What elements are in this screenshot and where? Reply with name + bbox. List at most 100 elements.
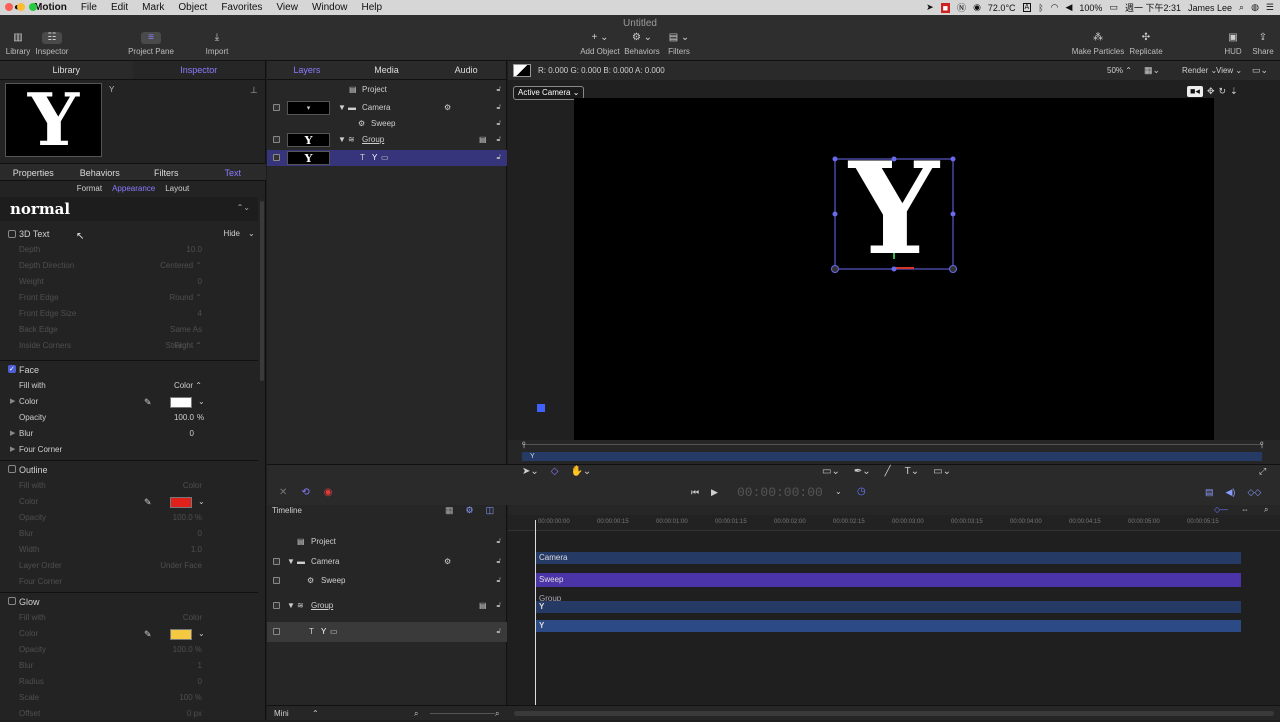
search-icon[interactable]: ⌕ [1239, 2, 1244, 13]
disclosure-triangle-icon[interactable]: ▼ [287, 598, 295, 614]
dolly-camera-icon[interactable]: ⇣ [1230, 86, 1238, 97]
resize-handle[interactable] [832, 156, 838, 162]
volume-icon[interactable]: ◀ [1065, 2, 1072, 13]
scrollbar[interactable] [260, 201, 264, 381]
playhead-icon[interactable]: ⫯ [522, 440, 526, 451]
left.text3d_rows-param-value[interactable]: Centered ⌃ [150, 258, 202, 274]
row-enable-checkbox[interactable] [273, 577, 280, 584]
library-button[interactable]: ▥ Library [5, 32, 31, 56]
anchor-point[interactable] [888, 202, 900, 214]
temperature-readout[interactable]: 72.0°C [988, 3, 1016, 13]
mute-icon[interactable]: ✕ [279, 487, 287, 498]
mini-timeline-bar[interactable]: Y [522, 452, 1262, 461]
tab-format[interactable]: Format [77, 182, 102, 196]
disclosure-triangle-icon[interactable]: ▶ [10, 442, 15, 458]
menu-edit[interactable]: Edit [111, 2, 128, 13]
layer-row-group[interactable]: Y ▼ ≋ Group ▤ 🔓︎ [267, 132, 507, 148]
zoom-out-icon[interactable]: ⌕ [414, 706, 418, 721]
lock-icon[interactable]: 🔓︎ [496, 100, 501, 116]
text3d-checkbox[interactable] [8, 230, 16, 238]
mask-tool-icon[interactable]: ▭⌄ [933, 466, 951, 477]
filters-button[interactable]: ▤ ⌄ Filters [664, 32, 694, 56]
camera-view-icon[interactable]: ■◂ [1187, 86, 1203, 97]
wifi-icon[interactable]: ◠ [1051, 2, 1059, 13]
eyedropper-icon[interactable]: ✎ [144, 494, 152, 510]
playhead-line[interactable] [535, 520, 536, 705]
resize-handle[interactable] [831, 265, 839, 273]
orbit-camera-icon[interactable]: ↻ [1219, 86, 1227, 97]
left.glow.rows-param-value[interactable]: 100.0 % [150, 642, 202, 658]
timeline-zoom-slider[interactable] [430, 713, 495, 714]
left.text3d_rows-param-value[interactable]: 0 [150, 274, 202, 290]
lock-icon[interactable]: 🔓︎ [496, 554, 501, 570]
row-enable-checkbox[interactable] [273, 628, 280, 635]
eyedropper-icon[interactable]: ✎ [144, 394, 152, 410]
timeline-row-project[interactable]: ▤ Project 🔓︎ [267, 534, 507, 550]
inspector-button[interactable]: ☷ Inspector [35, 32, 69, 56]
menu-view[interactable]: View [276, 2, 298, 13]
timeline-row-sweep[interactable]: ⚙ Sweep 🔓︎ [267, 573, 507, 589]
siri-icon[interactable]: ◍ [1251, 2, 1259, 13]
layer-enable-checkbox[interactable] [273, 154, 280, 161]
glow-checkbox[interactable] [8, 597, 16, 605]
zoom-in-icon[interactable]: ⌕ [495, 706, 499, 721]
timing-icon[interactable]: ◷ [857, 486, 866, 497]
left.outline.rows-param-value[interactable]: Under Face [150, 558, 202, 574]
show-behaviors-icon[interactable]: ⚙ [466, 505, 474, 516]
marker-icon[interactable]: ◇— [1214, 505, 1228, 514]
add-object-button[interactable]: + ⌄ Add Object [578, 32, 622, 56]
layer-row-project[interactable]: ▤ Project 🔓︎ [267, 82, 507, 98]
tab-inspector[interactable]: Inspector [132, 61, 265, 79]
lock-icon[interactable]: 🔓︎ [496, 150, 501, 166]
tab-layers[interactable]: Layers [267, 61, 347, 79]
record-icon[interactable]: ◉ [324, 487, 333, 498]
timecode-display[interactable]: 00:00:00:00 [737, 485, 823, 500]
disclosure-triangle-icon[interactable]: ▶ [10, 426, 15, 442]
timeline-row-y[interactable]: T Y ▭ 🔓︎ [267, 622, 507, 642]
left.glow.rows-param-value[interactable]: 0 [150, 674, 202, 690]
outline-checkbox[interactable] [8, 465, 16, 473]
shape-tool-icon[interactable]: ◇ [551, 466, 559, 477]
show-masks-icon[interactable]: ▦ [445, 505, 454, 516]
tab-media[interactable]: Media [347, 61, 427, 79]
layer-row-y[interactable]: Y T Y ▭ 🔓︎ [267, 150, 507, 166]
pan-tool-icon[interactable]: ✋⌄ [570, 466, 591, 477]
project-pane-button[interactable]: ≡ Project Pane [126, 32, 176, 56]
track-bar-y[interactable]: Y [536, 601, 1241, 613]
layer-row-sweep[interactable]: ⚙ Sweep 🔓︎ [267, 116, 507, 132]
chevron-down-icon[interactable]: ⌄ [198, 494, 205, 510]
mini-menu[interactable]: Mini [274, 706, 289, 721]
text-tool-icon[interactable]: T⌄ [905, 466, 920, 477]
lock-icon[interactable]: 🔓︎ [496, 82, 501, 98]
disclosure-triangle-icon[interactable]: ▶ [10, 394, 15, 410]
location-icon[interactable]: ➤ [926, 2, 934, 13]
bluetooth-icon[interactable]: ᛒ [1038, 3, 1043, 13]
face-fill-value[interactable]: Color ⌃ [150, 378, 202, 394]
render-menu[interactable]: Render ⌄ [1182, 66, 1217, 75]
menu-help[interactable]: Help [362, 2, 383, 13]
left.text3d_rows-param-value[interactable]: 10.0 [150, 242, 202, 258]
color-channels-icon[interactable]: ▦⌄ [1144, 65, 1160, 76]
eyedropper-icon[interactable]: ✎ [144, 626, 152, 642]
import-button[interactable]: ⤓ Import [202, 32, 232, 56]
left.text3d_rows-param-value[interactable]: Straight ⌃ [150, 338, 203, 354]
control-center-icon[interactable]: ☰ [1266, 2, 1274, 13]
outline-color-swatch[interactable] [170, 497, 192, 508]
snap-icon[interactable]: ⇔ [1241, 505, 1249, 514]
left.text3d_rows-param-value[interactable]: 4 [150, 306, 202, 322]
menu-mark[interactable]: Mark [142, 2, 164, 13]
disclosure-triangle-icon[interactable]: ▼ [338, 100, 346, 116]
close-window-button[interactable] [5, 3, 13, 11]
menu-file[interactable]: File [81, 2, 97, 13]
left.text3d_rows-param-value[interactable]: Round ⌃ [150, 290, 203, 306]
layer-row-camera[interactable]: ▾ ▼ ▬ Camera ⚙ 🔓︎ [267, 100, 507, 116]
loop-icon[interactable]: ⟲ [301, 487, 309, 498]
face-opacity-value[interactable]: 100.0 [150, 410, 194, 426]
tab-layout[interactable]: Layout [165, 182, 189, 196]
gear-icon[interactable]: ⚙ [444, 100, 451, 116]
left.outline.rows-param-value[interactable]: Color [150, 478, 202, 494]
lock-icon[interactable]: 🔓︎ [496, 598, 501, 614]
resize-handle[interactable] [949, 265, 957, 273]
face-color-swatch[interactable] [170, 397, 192, 408]
record-icon[interactable]: ■ [940, 2, 951, 13]
